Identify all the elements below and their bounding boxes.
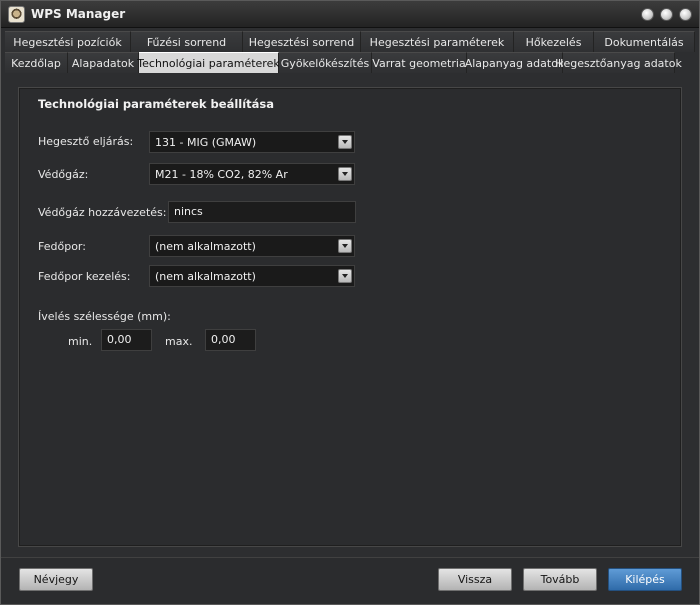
tab-documentation[interactable]: Dokumentálás <box>594 31 695 52</box>
flux-handling-label: Fedőpor kezelés: <box>38 270 131 283</box>
process-select-value: 131 - MIG (GMAW) <box>155 136 257 149</box>
chevron-down-icon[interactable] <box>338 239 352 253</box>
tab-root-preparation[interactable]: Gyökelőkészítés <box>279 52 372 73</box>
exit-button[interactable]: Kilépés <box>608 568 682 591</box>
tab-weld-geometry[interactable]: Varrat geometria <box>372 52 467 73</box>
tab-basic-data[interactable]: Alapadatok <box>68 52 139 73</box>
tab-tack-sequence[interactable]: Fűzési sorrend <box>131 31 243 52</box>
next-button[interactable]: Tovább <box>523 568 597 591</box>
arc-width-max-field[interactable]: 0,00 <box>205 329 256 351</box>
flux-label: Fedőpor: <box>38 240 86 253</box>
tab-heat-treatment[interactable]: Hőkezelés <box>514 31 594 52</box>
max-label: max. <box>165 335 193 348</box>
min-label: min. <box>68 335 93 348</box>
tab-row-top: Hegesztési pozíciók Fűzési sorrend Heges… <box>5 31 695 52</box>
section-title: Technológiai paraméterek beállítása <box>38 97 275 111</box>
tab-technological-parameters[interactable]: Technológiai paraméterek <box>137 52 280 73</box>
process-label: Hegesztő eljárás: <box>38 135 134 148</box>
flux-select-value: (nem alkalmazott) <box>155 240 256 253</box>
gas-supply-field[interactable]: nincs <box>168 201 356 223</box>
flux-handling-select[interactable]: (nem alkalmazott) <box>149 265 355 287</box>
app-logo-icon <box>8 6 25 23</box>
chevron-down-icon[interactable] <box>338 269 352 283</box>
flux-handling-select-value: (nem alkalmazott) <box>155 270 256 283</box>
arc-width-min-field[interactable]: 0,00 <box>101 329 152 351</box>
tab-filler-material[interactable]: Hegesztőanyag adatok <box>555 52 682 73</box>
arc-width-label: Ívelés szélessége (mm): <box>38 310 171 323</box>
close-button[interactable] <box>679 8 692 21</box>
gas-supply-label: Védőgáz hozzávezetés: <box>38 206 167 219</box>
gas-select-value: M21 - 18% CO2, 82% Ar <box>155 168 288 181</box>
tab-welding-sequence[interactable]: Hegesztési sorrend <box>243 31 361 52</box>
tab-base-material[interactable]: Alapanyag adatok <box>465 52 564 73</box>
footer-bar: Névjegy Vissza Tovább Kilépés <box>1 557 699 604</box>
title-bar: WPS Manager <box>1 1 699 28</box>
app-window: WPS Manager Hegesztési pozíciók Fűzési s… <box>0 0 700 605</box>
tab-welding-positions[interactable]: Hegesztési pozíciók <box>5 31 131 52</box>
about-button[interactable]: Névjegy <box>19 568 93 591</box>
tab-welding-parameters[interactable]: Hegesztési paraméterek <box>361 31 514 52</box>
tab-home[interactable]: Kezdőlap <box>5 52 68 73</box>
window-title: WPS Manager <box>31 7 126 21</box>
flux-select[interactable]: (nem alkalmazott) <box>149 235 355 257</box>
process-select[interactable]: 131 - MIG (GMAW) <box>149 131 355 153</box>
tab-row-bottom: Kezdőlap Alapadatok Technológiai paramét… <box>5 52 695 73</box>
chevron-down-icon[interactable] <box>338 135 352 149</box>
gas-select[interactable]: M21 - 18% CO2, 82% Ar <box>149 163 355 185</box>
gas-label: Védőgáz: <box>38 168 89 181</box>
minimize-button[interactable] <box>641 8 654 21</box>
maximize-button[interactable] <box>660 8 673 21</box>
chevron-down-icon[interactable] <box>338 167 352 181</box>
back-button[interactable]: Vissza <box>438 568 512 591</box>
